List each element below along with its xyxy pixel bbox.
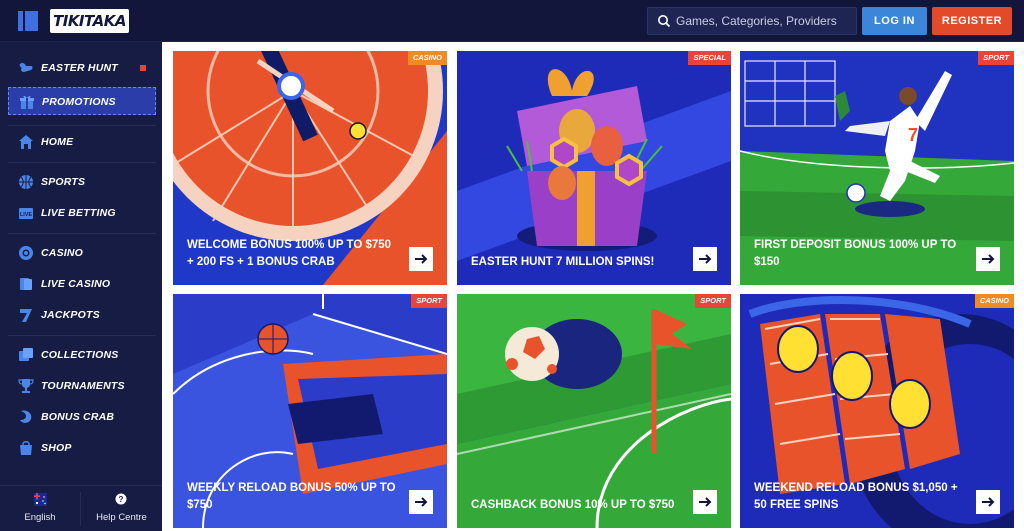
cards-icon [20,278,32,290]
search-icon [658,15,671,28]
language-button[interactable]: English [0,486,80,531]
arrow-right-icon [982,497,995,507]
promo-title: CASHBACK BONUS 10% UP TO $750 [471,499,675,511]
search-input[interactable] [676,8,852,34]
promo-card[interactable]: CASINO WEEKEND RELOAD BONUS $1,050 + 50 … [740,294,1014,528]
sidebar-item-label: EASTER HUNT [41,62,118,74]
live-icon: LIVE [19,208,33,219]
sidebar-item-easter-hunt[interactable]: EASTER HUNT [8,54,156,82]
sidebar-item-jackpots[interactable]: JACKPOTS [8,301,156,329]
crab-icon [20,410,32,423]
sidebar-item-label: BONUS CRAB [41,411,115,423]
promo-card[interactable]: SPECIAL EASTER HUNT 7 MILLION SPINS! [457,51,731,285]
sidebar-item-live-betting[interactable]: LIVE LIVE BETTING [8,199,156,227]
sidebar-divider [8,233,156,234]
sidebar-item-collections[interactable]: COLLECTIONS [8,341,156,369]
collections-icon [19,348,33,361]
sidebar-item-tournaments[interactable]: TOURNAMENTS [8,372,156,400]
sidebar-item-label: COLLECTIONS [41,349,119,361]
sidebar-item-label: LIVE CASINO [41,278,111,290]
promo-title: WELCOME BONUS 100% UP TO $750 + 200 FS +… [187,239,392,268]
sidebar-footer: English ? Help Centre [0,485,162,531]
promotions-grid: CASINO WELCOME BONUS 100% UP TO $750 + 2… [162,42,1024,531]
register-button[interactable]: REGISTER [932,7,1012,35]
promo-title: WEEKEND RELOAD BONUS $1,050 + 50 FREE SP… [754,482,958,511]
promo-tag: SPORT [978,51,1014,65]
easter-chest-illustration [457,51,731,285]
promo-card[interactable]: 7 SPORT FIRST DEPOSIT BONUS 100% UP TO $… [740,51,1014,285]
bunny-icon [19,62,33,72]
sidebar-item-label: CASINO [41,247,84,259]
promo-card[interactable]: SPORT WEEKLY RELOAD BONUS 50% UP TO $750 [173,294,447,528]
promo-tag: SPORT [695,294,731,308]
help-centre-button[interactable]: ? Help Centre [81,486,162,531]
language-label: English [24,512,56,523]
menu-toggle-icon[interactable] [18,11,38,31]
promo-tag: SPORT [411,294,447,308]
promo-arrow-button[interactable] [409,247,433,271]
sidebar-divider [8,335,156,336]
promo-tag: CASINO [407,51,447,65]
australia-flag-icon [34,493,47,506]
notification-dot [140,65,146,71]
sidebar-item-label: SPORTS [41,176,86,188]
sidebar-divider [8,162,156,163]
sidebar-item-label: TOURNAMENTS [41,380,125,392]
search-box[interactable] [647,7,857,35]
top-bar: TIKITAKA LOG IN REGISTER [0,0,1024,42]
sidebar-item-label: PROMOTIONS [42,96,116,108]
logo[interactable]: TIKITAKA [50,9,129,33]
gift-icon [20,95,34,109]
logo-text: TIKITAKA [53,12,126,30]
promo-arrow-button[interactable] [409,490,433,514]
promo-title: FIRST DEPOSIT BONUS 100% UP TO $150 [754,239,957,268]
promo-tag: CASINO [974,294,1014,308]
shop-icon [20,441,32,455]
arrow-right-icon [415,254,428,264]
svg-text:LIVE: LIVE [20,212,33,218]
promo-card[interactable]: SPORT CASHBACK BONUS 10% UP TO $750 [457,294,731,528]
sidebar-item-shop[interactable]: SHOP [8,434,156,462]
arrow-right-icon [982,254,995,264]
sports-ball-icon [19,175,33,189]
trophy-icon [18,379,34,393]
arrow-right-icon [699,254,712,264]
promo-arrow-button[interactable] [976,247,1000,271]
promo-tag: SPECIAL [688,51,731,65]
sidebar-item-live-casino[interactable]: LIVE CASINO [8,270,156,298]
casino-chip-icon [19,246,33,260]
sidebar-item-label: SHOP [41,442,72,454]
soccer-field-illustration [457,294,731,528]
arrow-right-icon [699,497,712,507]
sidebar-item-sports[interactable]: SPORTS [8,168,156,196]
promo-card[interactable]: CASINO WELCOME BONUS 100% UP TO $750 + 2… [173,51,447,285]
login-button[interactable]: LOG IN [862,7,927,35]
promo-title: WEEKLY RELOAD BONUS 50% UP TO $750 [187,482,396,511]
sidebar: EASTER HUNT PROMOTIONS HOME SPORTS LIVE … [0,42,162,531]
promo-arrow-button[interactable] [693,247,717,271]
sidebar-item-casino[interactable]: CASINO [8,239,156,267]
help-centre-label: Help Centre [96,512,147,523]
svg-text:7: 7 [908,125,918,145]
help-icon: ? [115,493,127,505]
sidebar-item-bonus-crab[interactable]: BONUS CRAB [8,403,156,431]
sidebar-item-label: HOME [41,136,74,148]
sidebar-item-home[interactable]: HOME [8,128,156,156]
sidebar-item-promotions[interactable]: PROMOTIONS [8,87,156,115]
promo-arrow-button[interactable] [976,490,1000,514]
svg-text:?: ? [119,495,124,504]
seven-icon [20,309,32,322]
sidebar-divider [8,125,156,126]
sidebar-item-label: LIVE BETTING [41,207,116,219]
promo-arrow-button[interactable] [693,490,717,514]
home-icon [19,135,33,149]
sidebar-item-label: JACKPOTS [41,309,100,321]
promo-title: EASTER HUNT 7 MILLION SPINS! [471,256,655,268]
arrow-right-icon [415,497,428,507]
